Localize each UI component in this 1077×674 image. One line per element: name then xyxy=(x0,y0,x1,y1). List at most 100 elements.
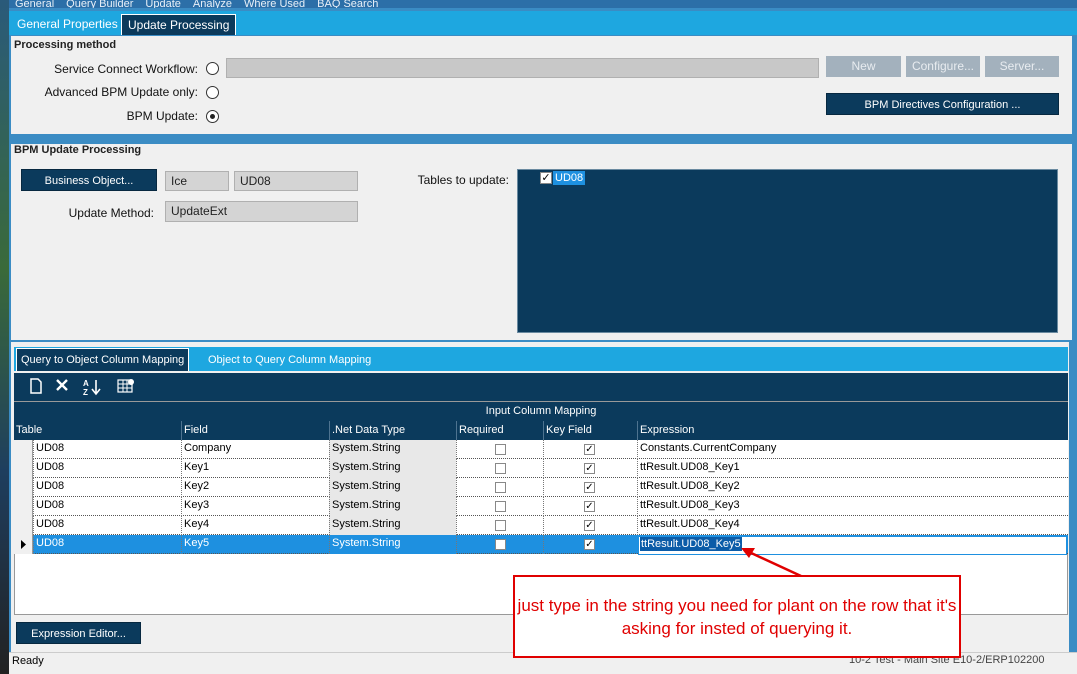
key-field-checkbox[interactable]: ✓ xyxy=(584,444,595,455)
cell-required xyxy=(456,478,543,497)
cell-key-field: ✓ xyxy=(543,440,637,459)
cell-type[interactable]: System.String xyxy=(329,516,456,535)
bpm-directives-button[interactable]: BPM Directives Configuration ... xyxy=(826,93,1059,115)
tab-update-processing[interactable]: Update Processing xyxy=(121,14,237,35)
table-row[interactable]: UD08 Key4 System.String ✓ ttResult.UD08_… xyxy=(14,516,1068,535)
expression-editor-button[interactable]: Expression Editor... xyxy=(16,622,141,644)
cell-expression[interactable]: Constants.CurrentCompany xyxy=(637,440,1068,459)
new-icon[interactable] xyxy=(26,378,46,396)
required-checkbox[interactable] xyxy=(495,539,506,550)
required-checkbox[interactable] xyxy=(495,501,506,512)
required-checkbox[interactable] xyxy=(495,520,506,531)
row-header[interactable] xyxy=(14,478,33,497)
cell-type[interactable]: System.String xyxy=(329,535,456,554)
row-header[interactable] xyxy=(14,535,33,554)
server-button[interactable]: Server... xyxy=(985,56,1059,77)
required-checkbox[interactable] xyxy=(495,463,506,474)
svg-text:A: A xyxy=(83,379,89,388)
cell-table[interactable]: UD08 xyxy=(33,459,181,478)
svg-text:Z: Z xyxy=(83,388,88,396)
cell-table[interactable]: UD08 xyxy=(33,478,181,497)
cell-field[interactable]: Key2 xyxy=(181,478,329,497)
cell-field[interactable]: Key5 xyxy=(181,535,329,554)
cell-field[interactable]: Key3 xyxy=(181,497,329,516)
cell-key-field: ✓ xyxy=(543,535,637,554)
row-header[interactable] xyxy=(14,459,33,478)
cell-key-field: ✓ xyxy=(543,497,637,516)
tab-query-to-object[interactable]: Query to Object Column Mapping xyxy=(16,348,190,371)
row-header[interactable] xyxy=(14,497,33,516)
table-ud08-label[interactable]: UD08 xyxy=(553,171,586,185)
cell-expression[interactable]: ttResult.UD08_Key2 xyxy=(637,478,1068,497)
cell-expression[interactable]: ttResult.UD08_Key4 xyxy=(637,516,1068,535)
menu-analyze[interactable]: Analyze xyxy=(193,0,232,8)
advanced-bpm-radio[interactable] xyxy=(206,86,219,99)
tab-object-to-query[interactable]: Object to Query Column Mapping xyxy=(202,350,377,371)
col-header-field[interactable]: Field xyxy=(181,421,329,440)
workflow-field[interactable] xyxy=(226,58,819,78)
business-object-button[interactable]: Business Object... xyxy=(21,169,157,191)
new-button[interactable]: New xyxy=(826,56,901,77)
bpm-update-processing-title: BPM Update Processing xyxy=(14,144,142,156)
menu-update[interactable]: Update xyxy=(145,0,180,8)
cell-table[interactable]: UD08 xyxy=(33,440,181,459)
cell-field[interactable]: Company xyxy=(181,440,329,459)
cell-type[interactable]: System.String xyxy=(329,497,456,516)
row-header[interactable] xyxy=(14,440,33,459)
col-header-net-data-type[interactable]: .Net Data Type xyxy=(329,421,456,440)
table-row[interactable]: UD08 Company System.String ✓ Constants.C… xyxy=(14,440,1068,459)
cell-table[interactable]: UD08 xyxy=(33,535,181,554)
sort-icon[interactable]: AZ xyxy=(82,378,102,397)
cell-table[interactable]: UD08 xyxy=(33,497,181,516)
cell-expression[interactable]: ttResult.UD08_Key3 xyxy=(637,497,1068,516)
annotation-callout: just type in the string you need for pla… xyxy=(513,575,961,658)
grid-settings-icon[interactable] xyxy=(116,378,136,396)
cell-key-field: ✓ xyxy=(543,478,637,497)
col-header-key-field[interactable]: Key Field xyxy=(543,421,637,440)
col-header-table[interactable]: Table xyxy=(14,421,181,440)
configure-button[interactable]: Configure... xyxy=(906,56,980,77)
service-connect-radio[interactable] xyxy=(206,62,219,75)
cell-type[interactable]: System.String xyxy=(329,478,456,497)
table-row[interactable]: UD08 Key2 System.String ✓ ttResult.UD08_… xyxy=(14,478,1068,497)
menu-baq-search[interactable]: BAQ Search xyxy=(317,0,378,8)
key-field-checkbox[interactable]: ✓ xyxy=(584,539,595,550)
bo-system-field[interactable]: Ice xyxy=(165,171,229,191)
delete-icon[interactable] xyxy=(52,378,72,396)
update-method-field[interactable]: UpdateExt xyxy=(165,201,358,222)
tab-general-properties[interactable]: General Properties xyxy=(11,14,124,35)
cell-table[interactable]: UD08 xyxy=(33,516,181,535)
grid-header: Table Field .Net Data Type Required Key … xyxy=(14,421,1068,440)
key-field-checkbox[interactable]: ✓ xyxy=(584,501,595,512)
mapping-tab-bar: Query to Object Column Mapping Object to… xyxy=(14,347,1068,371)
key-field-checkbox[interactable]: ✓ xyxy=(584,482,595,493)
required-checkbox[interactable] xyxy=(495,444,506,455)
key-field-checkbox[interactable]: ✓ xyxy=(584,520,595,531)
key-field-checkbox[interactable]: ✓ xyxy=(584,463,595,474)
menu-where-used[interactable]: Where Used xyxy=(244,0,305,8)
cell-required xyxy=(456,497,543,516)
bo-name-field[interactable]: UD08 xyxy=(234,171,358,191)
tables-to-update-list[interactable] xyxy=(517,169,1058,333)
table-row[interactable]: UD08 Key3 System.String ✓ ttResult.UD08_… xyxy=(14,497,1068,516)
cell-required xyxy=(456,516,543,535)
grid-toolbar: AZ xyxy=(14,373,1068,401)
bpm-update-radio[interactable] xyxy=(206,110,219,123)
cell-field[interactable]: Key1 xyxy=(181,459,329,478)
cell-type[interactable]: System.String xyxy=(329,440,456,459)
cell-field[interactable]: Key4 xyxy=(181,516,329,535)
table-row[interactable]: UD08 Key1 System.String ✓ ttResult.UD08_… xyxy=(14,459,1068,478)
cell-type[interactable]: System.String xyxy=(329,459,456,478)
service-connect-label: Service Connect Workflow: xyxy=(54,62,198,76)
cell-expression[interactable]: ttResult.UD08_Key1 xyxy=(637,459,1068,478)
menu-general[interactable]: General xyxy=(15,0,54,8)
expression-selected-text[interactable]: ttResult.UD08_Key5 xyxy=(640,537,742,551)
table-ud08-checkbox[interactable]: ✓ xyxy=(540,172,552,184)
required-checkbox[interactable] xyxy=(495,482,506,493)
callout-arrow xyxy=(741,548,802,578)
menu-query-builder[interactable]: Query Builder xyxy=(66,0,133,8)
row-header[interactable] xyxy=(14,516,33,535)
col-header-required[interactable]: Required xyxy=(456,421,543,440)
update-method-label: Update Method: xyxy=(68,206,154,220)
col-header-expression[interactable]: Expression xyxy=(637,421,1068,440)
